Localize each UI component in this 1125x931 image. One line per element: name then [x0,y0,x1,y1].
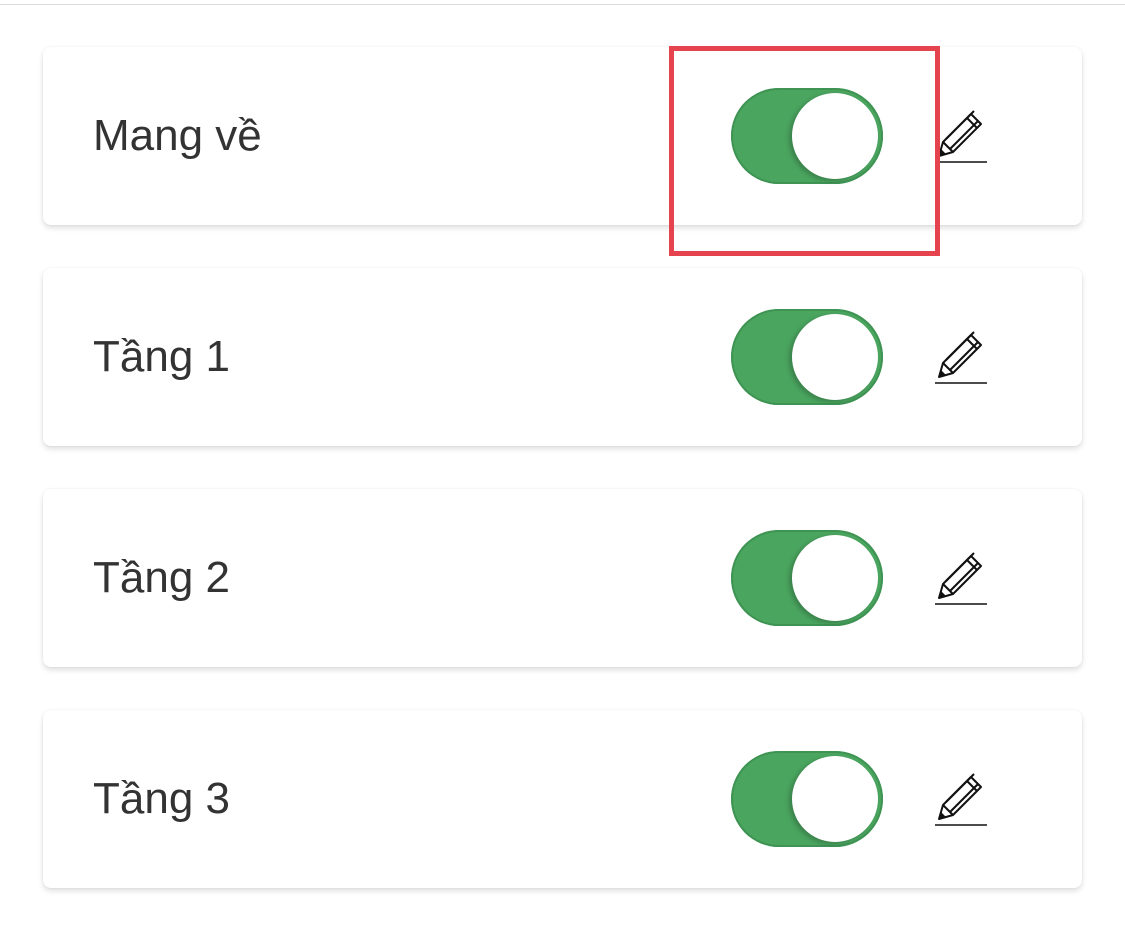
toggle-knob [792,314,878,400]
edit-button-tang-1[interactable] [931,327,987,387]
pencil-icon [935,331,987,384]
toggle-knob [792,93,878,179]
pencil-icon [935,773,987,826]
area-list: Mang về Tầng 1 Tầng 2 Tầng 3 [43,47,1082,931]
toggle-knob [792,756,878,842]
area-card-tang-1: Tầng 1 [43,268,1082,446]
area-card-tang-3: Tầng 3 [43,710,1082,888]
area-card-mang-ve: Mang về [43,47,1082,225]
top-divider [0,4,1125,5]
area-toggle-tang-1[interactable] [731,309,883,405]
pencil-icon [935,552,987,605]
area-label: Tầng 3 [93,774,230,823]
toggle-knob [792,535,878,621]
edit-button-mang-ve[interactable] [931,106,987,166]
pencil-icon [935,110,987,163]
area-toggle-mang-ve[interactable] [731,88,883,184]
area-toggle-tang-2[interactable] [731,530,883,626]
area-label: Tầng 2 [93,553,230,602]
edit-button-tang-2[interactable] [931,548,987,608]
area-card-tang-2: Tầng 2 [43,489,1082,667]
area-label: Mang về [93,111,262,160]
edit-button-tang-3[interactable] [931,769,987,829]
area-label: Tầng 1 [93,332,230,381]
area-toggle-tang-3[interactable] [731,751,883,847]
